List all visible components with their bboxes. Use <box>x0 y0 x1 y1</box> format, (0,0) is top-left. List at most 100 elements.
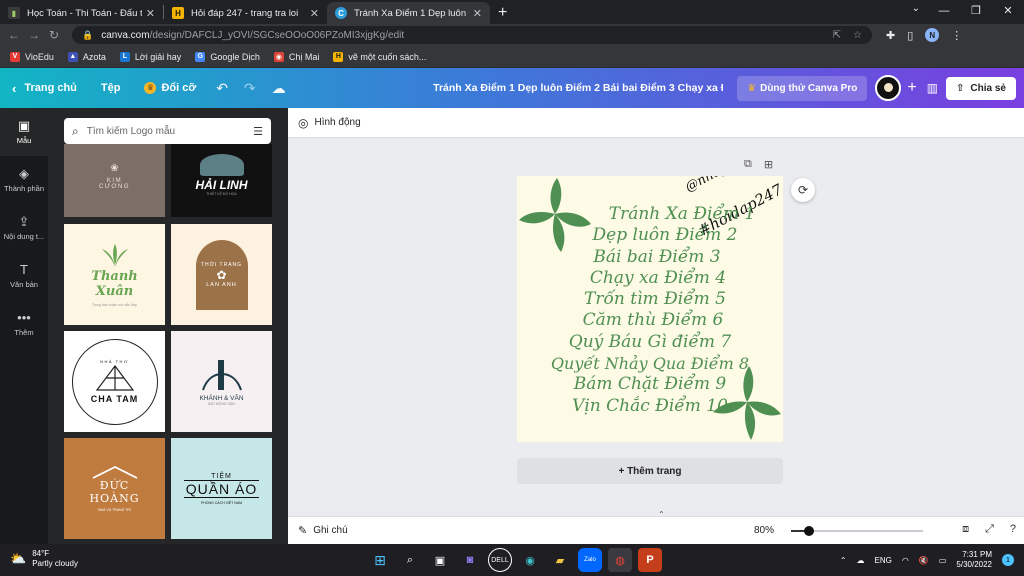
search-icon[interactable]: ⌕ <box>398 548 422 572</box>
help-icon[interactable]: ? <box>1010 523 1016 536</box>
add-page-icon[interactable]: ⊞ <box>764 158 773 171</box>
zoom-value[interactable]: 80% <box>754 525 774 536</box>
chrome-icon[interactable]: ◍ <box>608 548 632 572</box>
clock-date: 5/30/2022 <box>956 560 992 569</box>
bookmark-google-dich[interactable]: G Google Dịch <box>195 51 260 62</box>
add-page-button[interactable]: + Thêm trang <box>517 458 783 484</box>
url-input[interactable]: 🔒 canva.com /design/DAFCLJ_yOVI/SGCseOOo… <box>72 26 872 44</box>
animate-button[interactable]: Hình động <box>314 117 360 128</box>
bookmark-vioedu[interactable]: V VioEdu <box>10 51 54 62</box>
browser-tab-hoc-toan[interactable]: ▮ Học Toán - Thi Toán - Đấu trường ✕ <box>0 2 163 24</box>
window-controls: — ❐ ✕ <box>928 0 1024 24</box>
rail-item-elements[interactable]: ◈ Thành phần <box>0 156 48 204</box>
file-menu-button[interactable]: Tệp <box>89 68 133 108</box>
bookmark-star-icon[interactable]: ☆ <box>853 30 862 41</box>
taskbar-apps: ⊞ ⌕ ▣ ◙ DELL ◉ ▰ Zalo ◍ P <box>368 548 662 572</box>
animate-circle-icon[interactable]: ◎ <box>298 116 308 130</box>
weather-widget[interactable]: ⛅ 84°F Partly cloudy <box>10 549 78 569</box>
bookmark-chi-mai[interactable]: ◉ Chị Mai <box>273 51 319 62</box>
browser-tab-canva[interactable]: C Tránh Xa Điểm 1 Dẹp luôn Điểm ✕ <box>327 2 490 24</box>
fullscreen-icon[interactable]: ⤢ <box>985 523 994 536</box>
home-button[interactable]: ‹ Trang chủ <box>0 68 89 108</box>
battery-icon[interactable]: ▭ <box>939 556 947 565</box>
document-title[interactable]: Tránh Xa Điểm 1 Dẹp luôn Điểm 2 Bái bai … <box>433 82 723 94</box>
powerpoint-icon[interactable]: P <box>638 548 662 572</box>
insights-chart-icon[interactable]: ▥ <box>927 81 938 95</box>
forward-arrow-icon[interactable]: → <box>24 28 44 42</box>
text-icon: T <box>20 262 28 277</box>
edge-icon[interactable]: ◉ <box>518 548 542 572</box>
duplicate-page-icon[interactable]: ⧉ <box>744 158 752 171</box>
side-panel-icon[interactable]: ▯ <box>907 29 913 42</box>
notes-button[interactable]: Ghi chú <box>313 525 347 536</box>
language-indicator[interactable]: ENG <box>875 556 892 565</box>
user-avatar[interactable] <box>875 75 902 101</box>
tray-chevron-icon[interactable]: ⌃ <box>840 556 847 565</box>
bookmarks-bar: V VioEdu ▲ Azota L Lời giải hay G Google Dịc… <box>0 46 1024 68</box>
rail-item-templates[interactable]: ▣ Mẫu <box>0 108 48 156</box>
share-page-icon[interactable]: ⇱ <box>833 30 841 41</box>
zoom-slider-thumb[interactable] <box>804 526 815 536</box>
notification-badge-icon[interactable]: 1 <box>1002 554 1014 566</box>
cloud-save-icon[interactable]: ☁ <box>264 80 294 97</box>
profile-avatar[interactable]: N <box>925 28 940 42</box>
rail-item-more[interactable]: ••• Thêm <box>0 300 48 348</box>
back-arrow-icon[interactable]: ← <box>4 28 24 42</box>
resize-button[interactable]: ♛ Đổi cỡ <box>132 68 208 108</box>
chat-icon[interactable]: ◙ <box>458 548 482 572</box>
url-path: /design/DAFCLJ_yOVI/SGCseOOoO06PZoMI3xjg… <box>149 29 405 41</box>
bookmark-loi-giai-hay[interactable]: L Lời giải hay <box>119 51 182 62</box>
reload-icon[interactable]: ↻ <box>44 28 64 42</box>
dell-icon[interactable]: DELL <box>488 548 512 572</box>
file-explorer-icon[interactable]: ▰ <box>548 548 572 572</box>
add-collaborator-icon[interactable]: + <box>907 79 916 97</box>
close-tab-icon[interactable]: ✕ <box>310 7 319 20</box>
bookmark-ve-mot-cuon-sach[interactable]: Hvẽ một cuốn sách... <box>333 51 426 62</box>
extensions-puzzle-icon[interactable]: ✚ <box>886 29 895 42</box>
volume-mute-icon[interactable]: 🔇 <box>919 556 929 565</box>
close-tab-icon[interactable]: ✕ <box>146 7 155 20</box>
template-card-lan-anh[interactable]: THỜI TRANG ✿ LAN ANH <box>171 224 272 325</box>
wifi-icon[interactable]: ◠ <box>902 556 909 565</box>
template-card-thanh-xuan[interactable]: Thanh Xuân Trung tâm chăm sóc sắc đẹp <box>64 224 165 325</box>
close-tab-icon[interactable]: ✕ <box>473 7 482 20</box>
poem-text-block[interactable]: Tránh Xa Điểm 1 Dẹp luôn Điểm 2 Bái bai … <box>517 204 783 417</box>
template-card-kim-cuong[interactable]: ❀ KIM CƯƠNG <box>64 144 165 217</box>
page-count-icon[interactable]: ⧈ <box>962 523 969 536</box>
rail-item-uploads[interactable]: ⇪ Nội dung t... <box>0 204 48 252</box>
task-view-icon[interactable]: ▣ <box>428 548 452 572</box>
redo-icon[interactable]: ↷ <box>236 80 264 97</box>
browser-menu-icon[interactable]: ⋮ <box>951 29 962 42</box>
rail-label: Thành phần <box>3 184 45 193</box>
canva-top-bar: ‹ Trang chủ Tệp ♛ Đổi cỡ ↶ ↷ ☁ Tránh Xa Đi… <box>0 68 1024 108</box>
bookmark-label: Lời giải hay <box>134 51 182 62</box>
tab-search-chevron-icon[interactable]: ⌄ <box>912 3 920 14</box>
template-card-khanh-van[interactable]: KHÁNH & VÂN BẤT ĐỘNG SẢN <box>171 331 272 432</box>
leaf-icon <box>101 243 128 267</box>
undo-icon[interactable]: ↶ <box>208 80 236 97</box>
clock[interactable]: 7:31 PM 5/30/2022 <box>956 550 992 570</box>
template-card-hai-linh[interactable]: HẢI LINH THIẾT KẾ ĐỒ HOẠ <box>171 144 272 217</box>
minimize-icon[interactable]: — <box>928 0 960 24</box>
template-search-input[interactable]: ⌕ Tìm kiếm Logo mẫu ☰ <box>64 118 271 144</box>
rail-item-text[interactable]: T Văn bản <box>0 252 48 300</box>
browser-tab-hoi-dap[interactable]: H Hỏi đáp 247 - trang tra loi ✕ <box>164 2 327 24</box>
zoom-slider[interactable] <box>791 526 923 536</box>
crown-icon: ♛ <box>144 82 157 94</box>
zalo-icon[interactable]: Zalo <box>578 548 602 572</box>
restore-icon[interactable]: ❐ <box>960 0 992 24</box>
bookmark-azota[interactable]: ▲ Azota <box>67 51 106 62</box>
template-card-cha-tam[interactable]: NHÀ THƠ CHA TAM <box>64 331 165 432</box>
template-card-duc-hoang[interactable]: ĐỨC HOÀNG NHÀ VÀ TRANG TRÍ <box>64 438 165 539</box>
refresh-design-icon[interactable]: ⟳ <box>791 178 815 202</box>
design-canvas[interactable]: @nnuyen #hoidap247 Tránh Xa Điểm 1 Dẹp l… <box>517 176 783 442</box>
share-button[interactable]: ⇧ Chia sẻ <box>946 76 1016 100</box>
windows-start-icon[interactable]: ⊞ <box>368 548 392 572</box>
handle-text[interactable]: @nnuyen <box>683 176 744 195</box>
filter-sliders-icon[interactable]: ☰ <box>253 125 263 138</box>
cloud-icon[interactable]: ☁ <box>857 556 865 565</box>
new-tab-button[interactable]: + <box>490 2 515 24</box>
template-card-quan-ao[interactable]: TIỆM QUẦN ÁO PHONG CÁCH VIỆT NAM <box>171 438 272 539</box>
try-canva-pro-button[interactable]: ♛ Dùng thử Canva Pro <box>737 75 868 101</box>
close-window-icon[interactable]: ✕ <box>992 0 1024 24</box>
